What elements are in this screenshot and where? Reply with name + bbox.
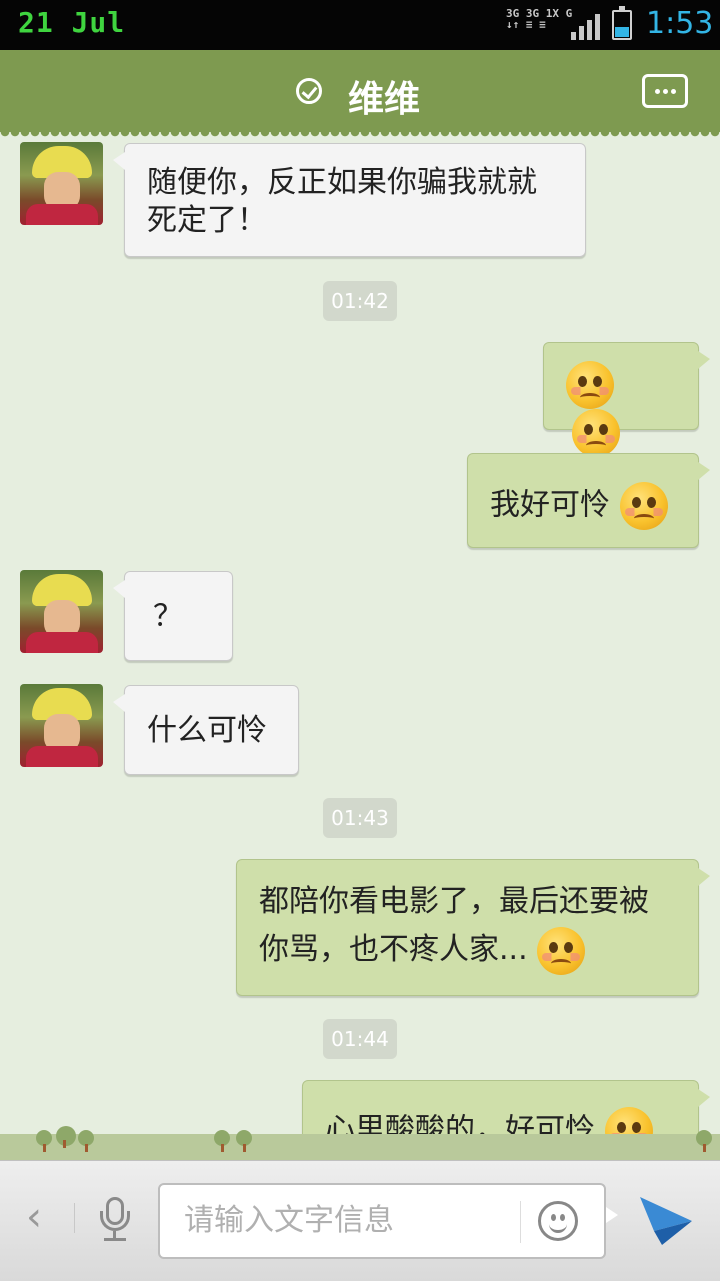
microphone-icon[interactable]: [98, 1197, 134, 1243]
chevron-left-icon[interactable]: ‹: [26, 1197, 44, 1237]
background-scenery: [0, 1108, 720, 1160]
message-text: 什么可怜: [147, 713, 267, 748]
dot-icon: [663, 89, 668, 94]
contact-avatar[interactable]: [20, 570, 103, 653]
outgoing-message-bubble[interactable]: [543, 342, 710, 457]
contact-avatar[interactable]: [20, 142, 103, 225]
dot-icon: [655, 89, 660, 94]
outgoing-message-bubble[interactable]: 我好可怜: [467, 453, 710, 548]
outgoing-message-bubble[interactable]: 都陪你看电影了，最后还要被你骂，也不疼人家...: [236, 859, 710, 996]
battery-icon: [612, 6, 632, 40]
message-input-placeholder: 请输入文字信息: [184, 1203, 394, 1238]
dot-icon: [671, 89, 676, 94]
worried-face-emoji: [566, 361, 614, 409]
status-bar: 21 Jul 3G 3G 1X G ↓↑ ≡ ≡ 1:53: [0, 0, 720, 50]
worried-face-emoji: [572, 409, 620, 457]
signal-strength-icon: [571, 12, 601, 40]
network-type-indicator: 3G 3G 1X G ↓↑ ≡ ≡: [506, 7, 573, 31]
message-text: 我好可怜: [490, 487, 610, 523]
status-time: 1:53: [646, 6, 714, 41]
chat-header: 维维: [0, 50, 720, 140]
shy-face-emoji: [619, 482, 668, 530]
message-composer: ‹ 请输入文字信息: [0, 1160, 720, 1281]
timestamp: 01:44: [323, 1019, 397, 1059]
send-arrow-icon[interactable]: [638, 1195, 694, 1247]
chat-title: 维维: [348, 79, 421, 120]
message-input[interactable]: 请输入文字信息: [158, 1183, 618, 1259]
contact-avatar[interactable]: [20, 684, 103, 767]
check-circle-icon: [296, 78, 322, 104]
smiley-icon[interactable]: [538, 1201, 578, 1241]
message-text: 随便你，反正如果你骗我就就死定了！: [147, 165, 537, 238]
message-text: 都陪你看电影了，最后还要被你骂，也不疼人家...: [259, 884, 649, 967]
message-list[interactable]: 随便你，反正如果你骗我就就死定了！ 01:42 我好可怜 ？ 什么可怜 01:4…: [0, 132, 720, 1160]
status-date: 21 Jul: [18, 6, 126, 39]
timestamp: 01:42: [323, 281, 397, 321]
incoming-message-bubble[interactable]: 什么可怜: [113, 685, 299, 775]
timestamp: 01:43: [323, 798, 397, 838]
incoming-message-bubble[interactable]: ？: [113, 571, 233, 661]
incoming-message-bubble[interactable]: 随便你，反正如果你骗我就就死定了！: [113, 143, 586, 257]
more-options-button[interactable]: [642, 74, 688, 108]
message-text: ？: [153, 599, 183, 634]
shy-face-emoji: [537, 926, 586, 975]
